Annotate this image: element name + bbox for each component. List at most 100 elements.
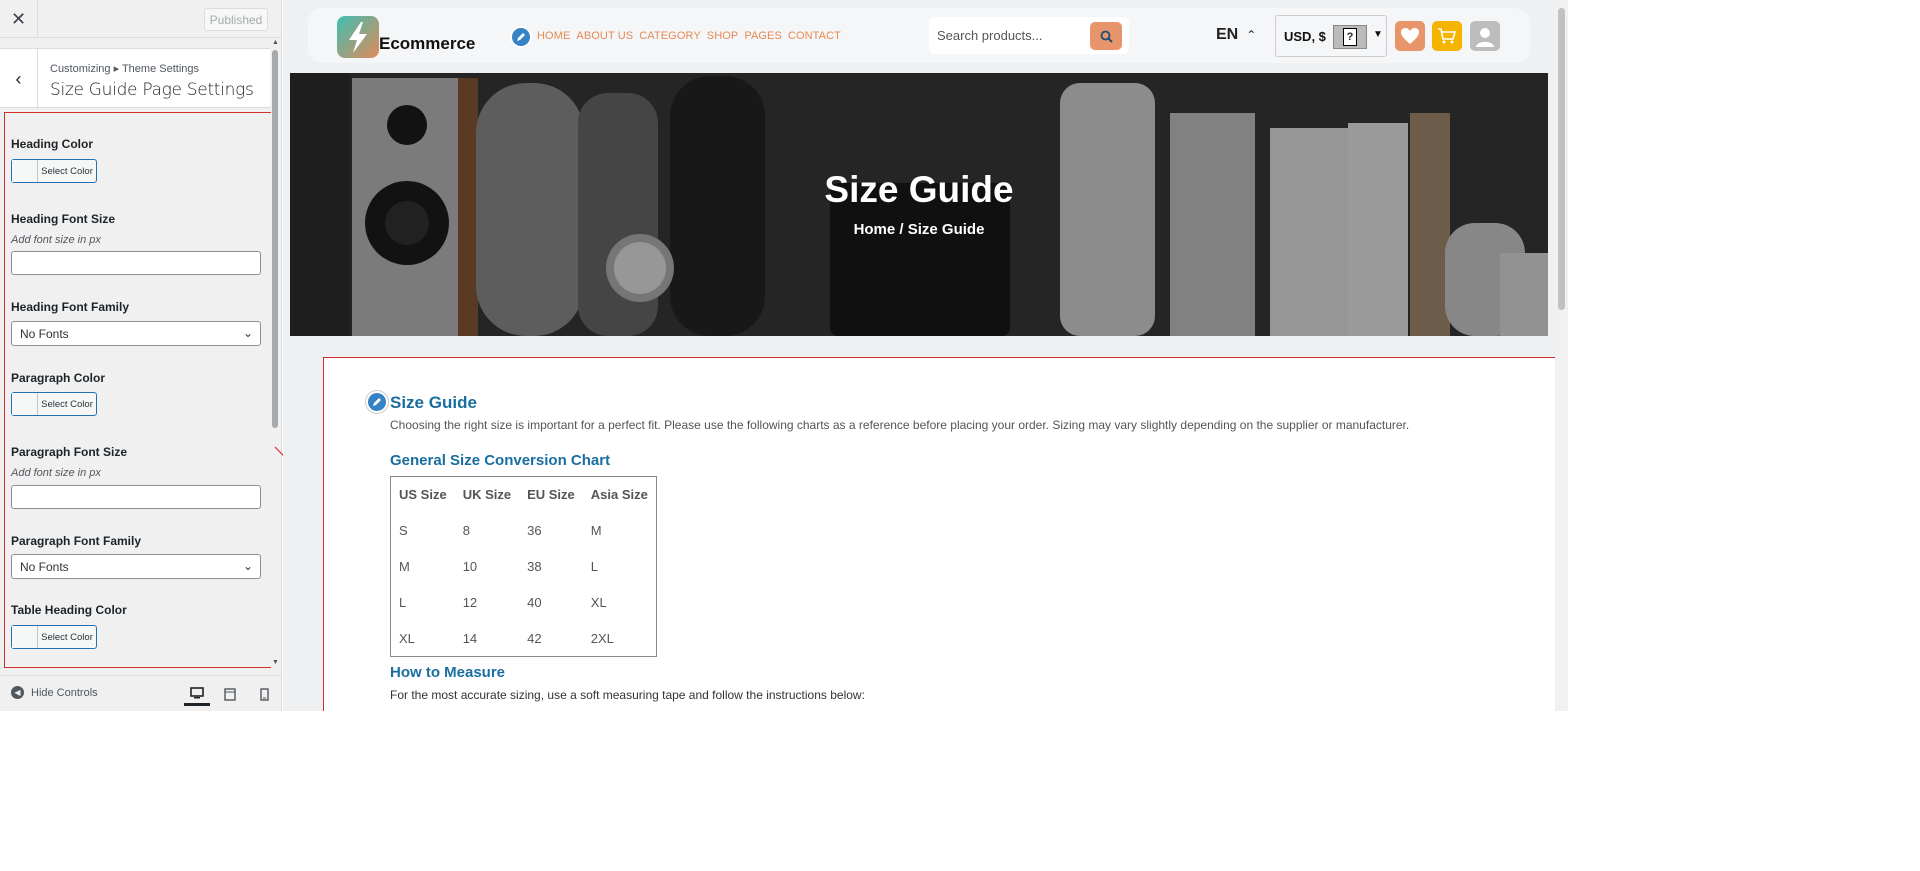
hide-controls-button[interactable]: ◀ Hide Controls — [11, 686, 98, 699]
heading-color-button[interactable]: Select Color — [11, 159, 97, 183]
site-logo-text[interactable]: Ecommerce — [379, 34, 475, 54]
table-cell: 42 — [527, 630, 542, 646]
breadcrumb: Customizing ▸ Theme Settings — [50, 63, 199, 75]
nav-link-about-us[interactable]: ABOUT US — [576, 30, 633, 42]
paragraph-font-family-label: Paragraph Font Family — [11, 534, 142, 548]
table-heading-color-label: Table Heading Color — [11, 603, 127, 617]
edit-shortcut-icon[interactable] — [510, 26, 532, 48]
heading-font-family-label: Heading Font Family — [11, 300, 130, 314]
cart-button[interactable] — [1432, 21, 1462, 51]
mobile-icon — [259, 687, 269, 701]
nav-link-shop[interactable]: SHOP — [707, 30, 739, 42]
table-row: S 8 36 M — [391, 513, 657, 549]
currency-switcher[interactable]: USD, $ ? ▼ — [1275, 15, 1387, 57]
table-header-cell: UK Size — [462, 487, 512, 503]
color-swatch — [12, 626, 38, 648]
controls-panel: Heading Color Select Color Heading Font … — [4, 112, 275, 668]
wishlist-button[interactable] — [1395, 21, 1425, 51]
desktop-icon — [190, 686, 204, 698]
paragraph-color-label: Paragraph Color — [11, 371, 106, 385]
how-to-measure-heading: How to Measure — [390, 664, 506, 681]
chevron-left-icon: ‹ — [15, 68, 22, 89]
nav-link-home[interactable]: HOME — [537, 30, 570, 42]
hero-breadcrumb: Home / Size Guide — [853, 221, 985, 238]
close-icon: ✕ — [10, 8, 27, 29]
preview-scrollbar[interactable] — [1555, 0, 1568, 711]
table-cell: L — [590, 559, 599, 574]
paragraph-font-family-select[interactable]: No Fonts ⌄ — [11, 554, 261, 579]
table-cell: M — [399, 559, 410, 574]
site-preview: Ecommerce HOME ABOUT US CATEGORY SHOP PA… — [283, 0, 1555, 711]
table-cell: 36 — [527, 523, 542, 538]
how-to-measure-text: For the most accurate sizing, use a soft… — [390, 688, 865, 702]
table-cell: 2XL — [590, 630, 614, 646]
table-row: M 10 38 L — [391, 549, 657, 585]
paragraph-font-size-input[interactable] — [11, 485, 261, 509]
currency-flag-icon: ? — [1333, 25, 1367, 49]
nav-link-pages[interactable]: PAGES — [744, 30, 782, 42]
select-color-label: Select Color — [41, 398, 93, 410]
hide-controls-label: Hide Controls — [31, 686, 98, 699]
published-button[interactable]: Published — [204, 8, 268, 31]
table-header-cell: EU Size — [527, 487, 575, 503]
table-header-cell: US Size — [399, 487, 447, 503]
section-header: ‹ Customizing ▸ Theme Settings Size Guid… — [0, 48, 270, 109]
size-guide-content: Size Guide Choosing the right size is im… — [323, 357, 1555, 711]
edit-shortcut-icon[interactable] — [366, 391, 388, 413]
paragraph-font-size-label: Paragraph Font Size — [11, 445, 128, 459]
language-switcher[interactable]: EN ⌃ — [1216, 26, 1256, 44]
color-swatch — [12, 160, 38, 182]
scroll-down-icon[interactable]: ▼ — [272, 659, 279, 666]
user-avatar-icon — [1476, 28, 1494, 47]
back-button[interactable]: ‹ — [0, 49, 38, 109]
search-button[interactable] — [1090, 22, 1122, 50]
logo-icon[interactable] — [337, 16, 379, 58]
heading-font-family-value: No Fonts — [20, 326, 69, 341]
table-cell: 10 — [462, 559, 478, 574]
nav-link-contact[interactable]: CONTACT — [788, 30, 841, 42]
page-hero-banner: Size Guide Home / Size Guide — [290, 73, 1548, 336]
paragraph-font-family-value: No Fonts — [20, 559, 69, 574]
cart-icon — [1438, 28, 1457, 44]
heading-font-size-desc: Add font size in px — [11, 234, 101, 246]
scroll-up-icon[interactable]: ▲ — [272, 39, 279, 46]
nav-link-category[interactable]: CATEGORY — [639, 30, 701, 42]
scrollbar-thumb[interactable] — [272, 50, 278, 428]
table-cell: 12 — [462, 595, 478, 610]
customizer-sidebar: ✕ Published ‹ Customizing ▸ Theme Settin… — [0, 0, 282, 711]
heading-font-size-input[interactable] — [11, 251, 261, 275]
device-tablet-button[interactable] — [217, 682, 243, 706]
sidebar-scrollbar[interactable]: ▲ ▼ — [271, 38, 280, 668]
device-mobile-button[interactable] — [251, 682, 277, 706]
chart-heading: General Size Conversion Chart — [390, 452, 611, 469]
search-input[interactable]: Search products... — [937, 28, 1043, 43]
search-icon — [1100, 30, 1113, 43]
heading-font-family-select[interactable]: No Fonts ⌄ — [11, 321, 261, 346]
scrollbar-thumb[interactable] — [1558, 8, 1565, 310]
heading-color-label: Heading Color — [11, 137, 94, 151]
device-desktop-button[interactable] — [184, 682, 210, 706]
size-conversion-table: US Size UK Size EU Size Asia Size S 8 36… — [390, 476, 657, 657]
table-cell: 14 — [462, 630, 478, 646]
table-cell: 40 — [527, 595, 542, 610]
collapse-icon: ◀ — [11, 686, 24, 699]
color-swatch — [12, 393, 38, 415]
table-cell: M — [590, 523, 602, 538]
heart-icon — [1401, 28, 1419, 44]
size-guide-heading: Size Guide — [390, 393, 477, 412]
table-row: XL 14 42 2XL — [391, 621, 657, 657]
site-header: Ecommerce HOME ABOUT US CATEGORY SHOP PA… — [308, 8, 1530, 63]
paragraph-color-button[interactable]: Select Color — [11, 392, 97, 416]
account-button[interactable] — [1470, 21, 1500, 51]
table-cell: S — [399, 523, 408, 538]
table-heading-color-button[interactable]: Select Color — [11, 625, 97, 649]
chevron-down-icon: ⌄ — [242, 559, 253, 573]
table-header-row: US Size UK Size EU Size Asia Size — [391, 477, 657, 513]
close-customizer-button[interactable]: ✕ — [0, 0, 38, 38]
select-color-label: Select Color — [41, 631, 93, 643]
table-row: L 12 40 XL — [391, 585, 657, 621]
language-label: EN — [1216, 26, 1239, 43]
hero-title: Size Guide — [824, 169, 1014, 210]
product-search: Search products... — [929, 17, 1129, 54]
caret-down-icon: ▼ — [1373, 29, 1383, 40]
